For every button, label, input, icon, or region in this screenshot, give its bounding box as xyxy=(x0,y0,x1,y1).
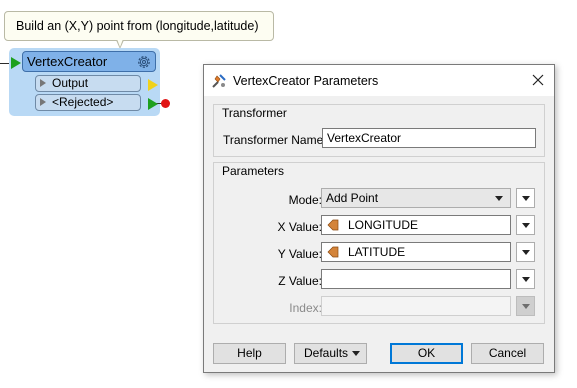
y-value-menu-button[interactable] xyxy=(516,242,535,262)
transformer-name-field[interactable]: VertexCreator xyxy=(322,128,536,148)
x-value-field[interactable]: LONGITUDE xyxy=(321,215,511,235)
ok-button-label: OK xyxy=(417,346,436,360)
y-value-label: Y Value: xyxy=(277,247,322,261)
chevron-down-icon xyxy=(522,250,530,255)
z-value-menu-button[interactable] xyxy=(516,269,535,289)
z-value-field[interactable] xyxy=(321,269,511,289)
vertex-creator-icon xyxy=(212,74,226,88)
annotation-bubble[interactable]: Build an (X,Y) point from (longitude,lat… xyxy=(4,11,274,41)
transformer-header[interactable]: VertexCreator xyxy=(22,51,156,72)
help-button-label: Help xyxy=(237,346,262,360)
close-icon[interactable] xyxy=(525,68,551,93)
port-output-label: Output xyxy=(52,76,89,90)
mode-menu-button[interactable] xyxy=(516,188,535,208)
transformer-name-label: Transformer Name: xyxy=(223,133,327,147)
parameters-group-title: Parameters xyxy=(222,164,285,178)
parameters-dialog: VertexCreator Parameters Transformer Tra… xyxy=(203,64,555,373)
mode-label: Mode: xyxy=(288,193,322,207)
y-value-text: LATITUDE xyxy=(348,245,406,259)
x-value-menu-button[interactable] xyxy=(516,215,535,235)
annotation-tail-fill xyxy=(117,39,123,47)
annotation-text: Build an (X,Y) point from (longitude,lat… xyxy=(16,19,259,33)
port-rejected[interactable]: <Rejected> xyxy=(35,94,141,111)
chevron-down-icon xyxy=(522,277,530,282)
defaults-button[interactable]: Defaults xyxy=(294,343,367,364)
transformer-vertexcreator[interactable]: VertexCreator Output <Rejected> xyxy=(9,48,170,116)
x-value-label: X Value: xyxy=(277,220,322,234)
chevron-down-icon xyxy=(522,304,530,309)
defaults-button-label: Defaults xyxy=(304,346,349,360)
mode-select[interactable]: Add Point xyxy=(321,188,511,208)
y-value-field[interactable]: LATITUDE xyxy=(321,242,511,262)
port-rejected-label: <Rejected> xyxy=(52,95,114,109)
help-button[interactable]: Help xyxy=(213,343,286,364)
z-value-label: Z Value: xyxy=(278,274,322,288)
gear-icon[interactable] xyxy=(136,54,152,70)
parameters-group: Parameters Mode: Add Point X Value: LONG… xyxy=(213,162,545,324)
dialog-titlebar[interactable]: VertexCreator Parameters xyxy=(204,65,554,96)
transformer-group: Transformer Transformer Name: VertexCrea… xyxy=(213,104,545,157)
transformer-group-title: Transformer xyxy=(222,106,287,120)
cancel-button[interactable]: Cancel xyxy=(471,343,544,364)
attribute-icon xyxy=(327,246,339,258)
index-field xyxy=(321,296,511,316)
index-label: Index: xyxy=(289,301,322,315)
transformer-name: VertexCreator xyxy=(27,54,108,69)
chevron-down-icon xyxy=(522,196,530,201)
rejected-endpoint-dot xyxy=(161,99,170,108)
port-triangle-icon xyxy=(40,79,46,87)
rejected-port-icon[interactable] xyxy=(148,98,158,110)
ok-button[interactable]: OK xyxy=(390,343,463,364)
chevron-down-icon xyxy=(522,223,530,228)
attribute-icon xyxy=(327,219,339,231)
output-port-icon[interactable] xyxy=(148,79,158,91)
transformer-name-value: VertexCreator xyxy=(327,131,402,145)
x-value-text: LONGITUDE xyxy=(348,218,419,232)
cancel-button-label: Cancel xyxy=(488,346,527,360)
index-menu-button xyxy=(516,296,535,316)
chevron-down-icon xyxy=(352,351,360,356)
port-triangle-icon xyxy=(40,98,46,106)
input-port-icon[interactable] xyxy=(11,57,21,69)
dialog-title: VertexCreator Parameters xyxy=(233,74,379,88)
port-output[interactable]: Output xyxy=(35,75,141,92)
chevron-down-icon xyxy=(495,196,503,201)
mode-value: Add Point xyxy=(326,191,379,205)
